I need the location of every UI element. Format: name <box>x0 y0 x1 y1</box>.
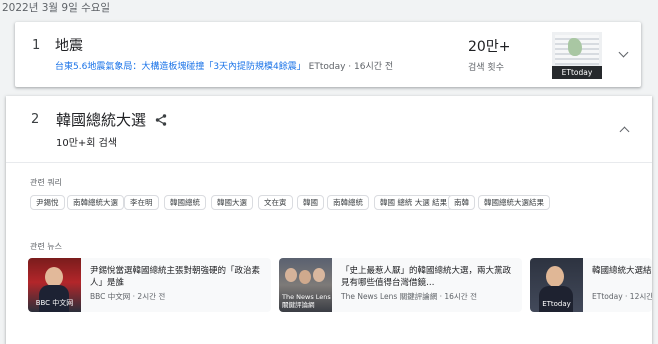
trend-thumbnail[interactable]: ETtoday <box>552 32 602 79</box>
portrait-body <box>539 286 573 312</box>
date-header: 2022년 3월 9일 수요일 <box>2 2 111 14</box>
trend-title[interactable]: 地震 <box>55 35 83 55</box>
thumbnail-caption-line-1: The News Lens <box>282 293 331 301</box>
news-card[interactable]: BBC 中文网 尹錫悅當選韓國總統主張對朝強硬的「政治素人」是誰 BBC 中文网… <box>28 258 271 312</box>
query-chip[interactable]: 韓國 <box>297 195 324 210</box>
trend-card-2: 2 韓國總統大選 10만+회 검색 관련 쿼리 尹錫悅 南韓總統大選 李在明 韓… <box>6 96 652 344</box>
query-chip[interactable]: 南韓總統 <box>327 195 369 210</box>
thumbnail-caption: The News Lens 關鍵評論網 <box>282 293 331 309</box>
news-title[interactable]: 尹錫悅當選韓國總統主張對朝強硬的「政治素人」是誰 <box>90 265 266 289</box>
portrait-face <box>546 266 564 287</box>
news-title[interactable]: 「史上最惹人厭」的韓國總統大選，兩大黨政見有哪些值得台灣借鏡… <box>341 265 517 289</box>
news-thumbnail: ETtoday <box>530 258 583 312</box>
thumbnail-caption: ETtoday <box>542 300 571 308</box>
chevron-up-icon[interactable] <box>619 126 630 137</box>
news-title[interactable]: 韓國總統大選結 <box>592 265 652 277</box>
thumbnail-caption: BBC 中文网 <box>35 299 74 307</box>
query-chip[interactable]: 韓國總統大選結果 <box>478 195 550 210</box>
query-chip[interactable]: 南韓總統大選 <box>67 195 124 210</box>
thumbnail-caption-line-2: 關鍵評論網 <box>282 301 315 309</box>
portrait-face <box>45 267 63 287</box>
search-count-label: 검색 횟수 <box>468 63 504 73</box>
news-thumbnail: The News Lens 關鍵評論網 <box>279 258 332 312</box>
news-card[interactable]: ETtoday 韓國總統大選結 ETtoday · 12시간 <box>530 258 652 312</box>
related-news-label: 관련 뉴스 <box>30 242 62 251</box>
article-source: ETtoday · 16시간 전 <box>305 62 394 72</box>
trend-rank: 2 <box>31 112 40 127</box>
chevron-down-icon[interactable] <box>618 47 629 58</box>
news-source: BBC 中文网 · 2시간 전 <box>90 292 166 301</box>
divider <box>6 162 652 163</box>
search-count: 10만+회 검색 <box>56 138 118 149</box>
query-chip[interactable]: 李在明 <box>124 195 159 210</box>
trend-rank: 1 <box>32 38 41 53</box>
query-chip[interactable]: 文在寅 <box>258 195 293 210</box>
trend-article: 台東5.6地震氣象局：大構造板塊碰撞「3天內提防規模4餘震」 ETtoday ·… <box>55 59 393 72</box>
query-chip[interactable]: 韓國大選 <box>211 195 253 210</box>
news-thumbnail: BBC 中文网 <box>28 258 81 312</box>
query-chip[interactable]: 韓國總統 <box>164 195 206 210</box>
article-link[interactable]: 台東5.6地震氣象局：大構造板塊碰撞「3天內提防規模4餘震」 <box>55 62 306 72</box>
query-chip[interactable]: 韓國 總統 大選 結果 <box>374 195 454 210</box>
portrait-faces <box>285 268 297 282</box>
query-chip[interactable]: 尹錫悅 <box>30 195 65 210</box>
island-graphic <box>568 38 582 56</box>
thumbnail-caption: ETtoday <box>552 66 602 79</box>
trend-card-1[interactable]: 1 地震 台東5.6地震氣象局：大構造板塊碰撞「3天內提防規模4餘震」 ETto… <box>15 22 641 87</box>
search-count: 20만+ <box>468 39 511 55</box>
trend-title[interactable]: 韓國總統大選 <box>56 109 146 130</box>
query-chip[interactable]: 南韓 <box>448 195 475 210</box>
news-source: ETtoday · 12시간 <box>592 292 652 301</box>
related-queries-label: 관련 쿼리 <box>30 178 62 187</box>
news-card[interactable]: The News Lens 關鍵評論網 「史上最惹人厭」的韓國總統大選，兩大黨政… <box>279 258 522 312</box>
news-source: The News Lens 關鍵評論網 · 16시간 전 <box>341 292 477 301</box>
share-icon[interactable] <box>155 114 167 126</box>
